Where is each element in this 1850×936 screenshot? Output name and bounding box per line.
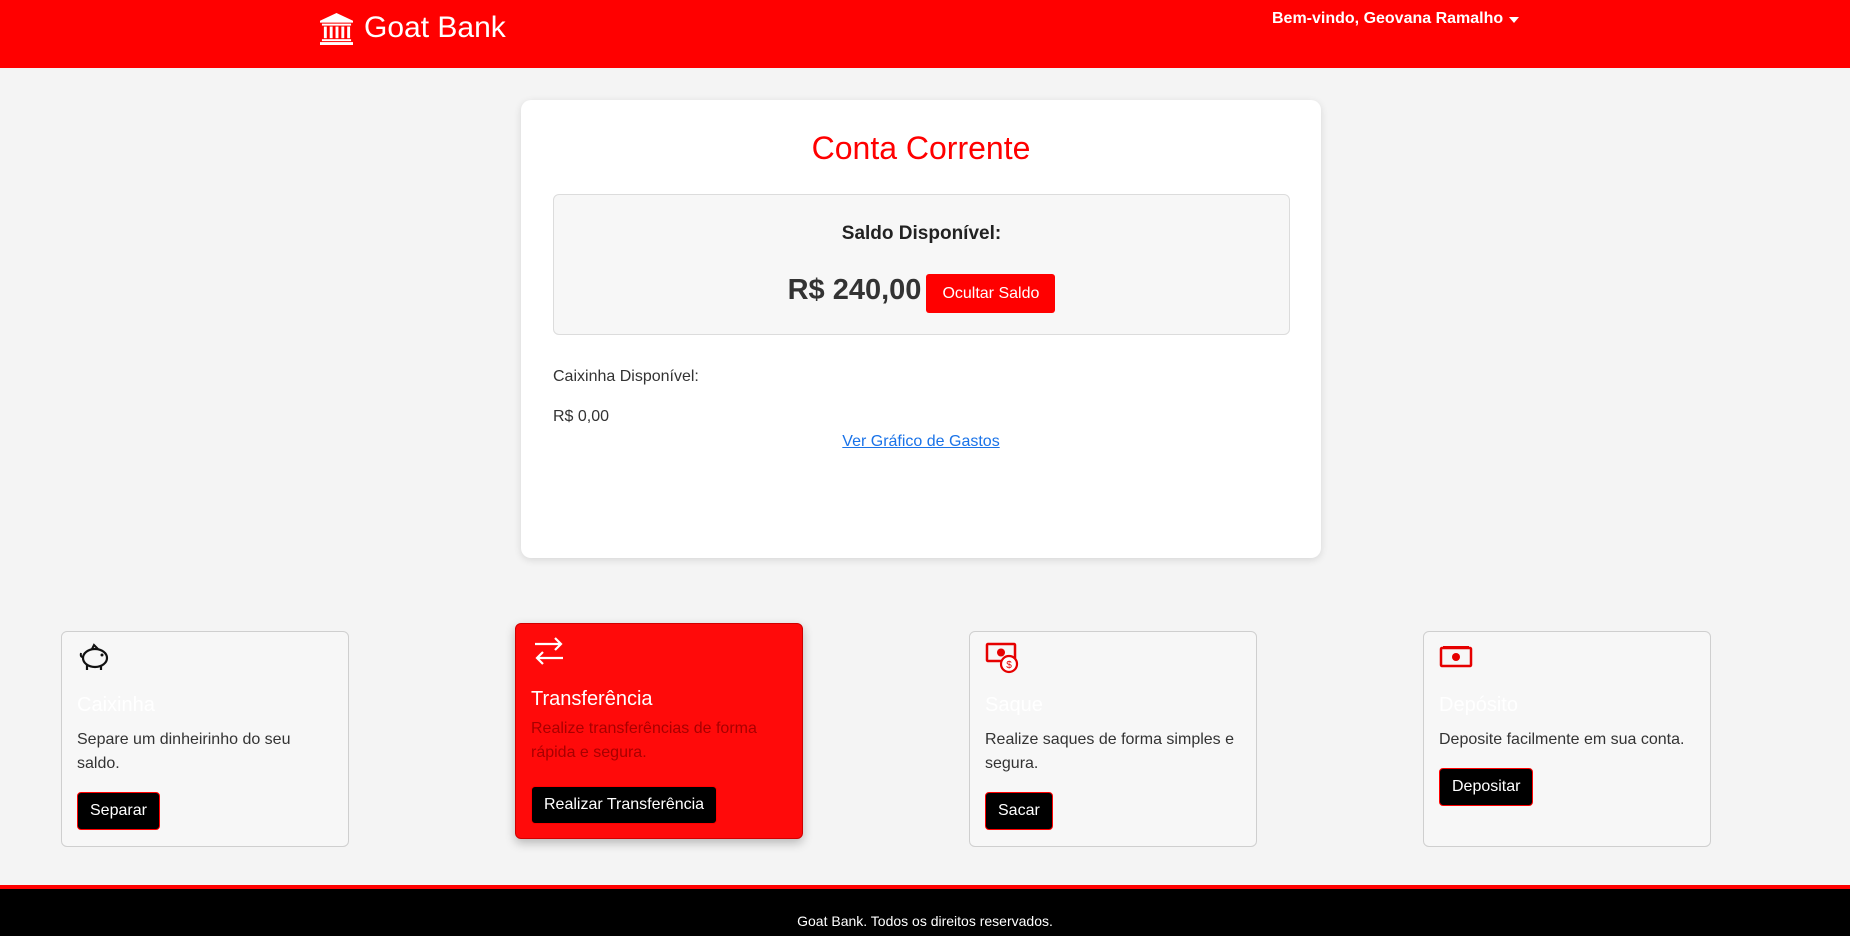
brand-logo[interactable]: Goat Bank <box>319 10 506 46</box>
footer: Goat Bank. Todos os direitos reservados. <box>0 885 1850 936</box>
service-card-deposito: Depósito Deposite facilmente em sua cont… <box>1423 631 1711 847</box>
svg-text:$: $ <box>1006 660 1012 671</box>
service-card-transferencia: Transferência Realize transferências de … <box>515 623 803 839</box>
service-card-caixinha: Caixinha Separe um dinheirinho do seu sa… <box>61 631 349 847</box>
hide-balance-button[interactable]: Ocultar Saldo <box>926 274 1056 313</box>
service-description: Separe um dinheirinho do seu saldo. <box>77 731 291 772</box>
welcome-text: Bem-vindo, Geovana Ramalho <box>1272 10 1504 27</box>
balance-panel: Saldo Disponível: R$ 240,00 Ocultar Sald… <box>553 194 1290 335</box>
balance-row: R$ 240,00 Ocultar Saldo <box>554 268 1289 313</box>
bank-icon <box>320 12 353 45</box>
balance-label: Saldo Disponível: <box>841 223 1002 244</box>
page-title: Conta Corrente <box>811 130 1031 166</box>
depositar-button[interactable]: Depositar <box>1439 768 1534 806</box>
caixinha-label: Caixinha Disponível: <box>553 368 699 385</box>
piggy-bank-icon <box>79 643 109 670</box>
balance-value: R$ 240,00 <box>787 274 922 306</box>
service-description: Deposite facilmente em sua conta. <box>1439 731 1685 748</box>
service-card-saque: $ Saque Realize saques de forma simples … <box>969 631 1257 847</box>
service-description: Realize saques de forma simples e segura… <box>985 731 1235 772</box>
money-withdraw-icon: $ <box>985 642 1019 674</box>
spending-chart-link[interactable]: Ver Gráfico de Gastos <box>521 433 1321 451</box>
service-title: Transferência <box>531 688 653 710</box>
separar-button[interactable]: Separar <box>77 792 160 830</box>
caixinha-value: R$ 0,00 <box>553 408 610 425</box>
brand-name: Goat Bank <box>364 11 506 44</box>
service-title: Saque <box>985 694 1043 716</box>
account-card: Conta Corrente Saldo Disponível: R$ 240,… <box>521 100 1321 558</box>
money-bill-icon <box>1439 646 1473 668</box>
top-navbar: Goat Bank Bem-vindo, Geovana Ramalho <box>0 0 1850 68</box>
service-description: Realize transferências de forma rápida e… <box>531 720 757 761</box>
service-title: Caixinha <box>77 694 155 716</box>
user-menu[interactable]: Bem-vindo, Geovana Ramalho <box>1272 10 1520 28</box>
transfer-arrows-icon <box>535 637 563 665</box>
caret-down-icon <box>1509 16 1520 23</box>
service-title: Depósito <box>1439 694 1518 716</box>
footer-text: Goat Bank. Todos os direitos reservados. <box>797 913 1053 929</box>
realizar-transferencia-button[interactable]: Realizar Transferência <box>531 786 718 824</box>
sacar-button[interactable]: Sacar <box>985 792 1053 830</box>
